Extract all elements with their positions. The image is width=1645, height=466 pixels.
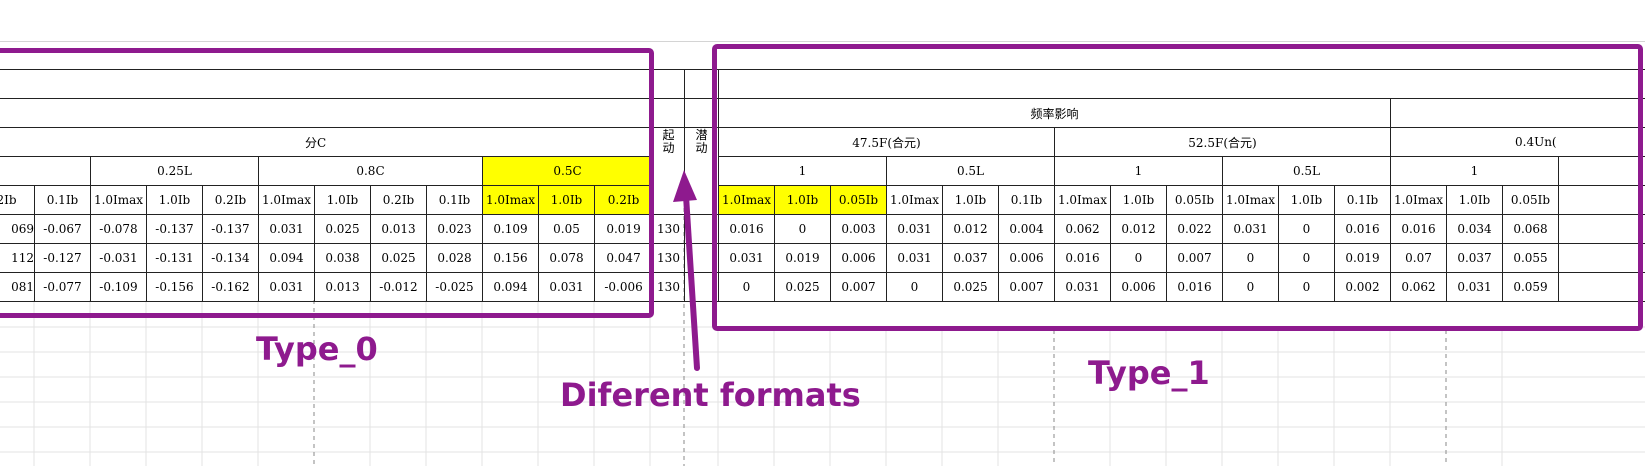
type1-label: Type_1 (1088, 354, 1210, 392)
type0-label: Type_0 (256, 330, 378, 368)
spreadsheet-sheet: 分C 0.25L 0.8C 0.5C 2Ib 0.1Ib 1.0Imax 1.0… (0, 0, 1645, 466)
formats-label: Diferent formats (560, 376, 861, 414)
